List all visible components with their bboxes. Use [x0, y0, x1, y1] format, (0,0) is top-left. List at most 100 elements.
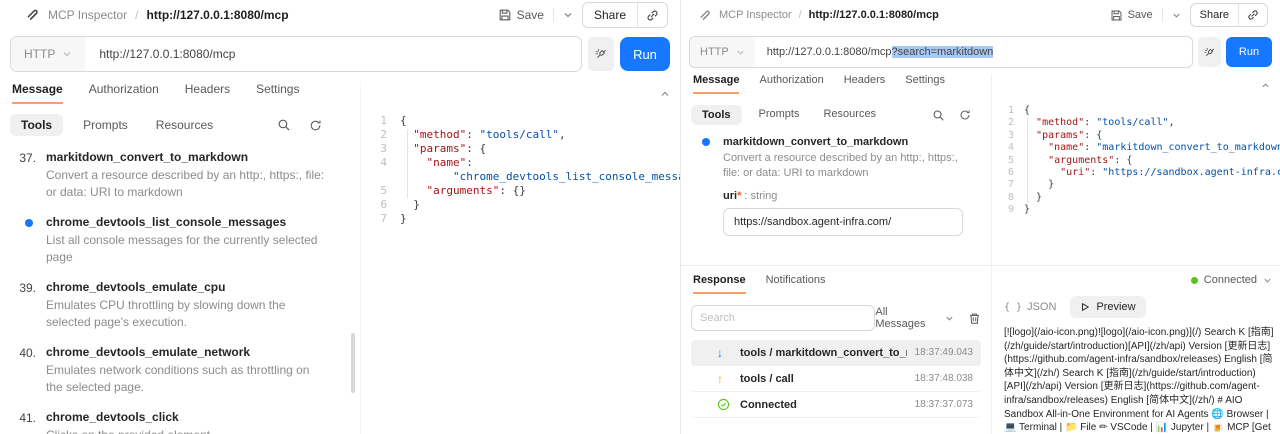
code-line: 7 }	[1000, 179, 1280, 191]
tool-list-item[interactable]: chrome_devtools_list_console_messages Li…	[0, 215, 360, 266]
subtab[interactable]: Tools	[691, 105, 742, 125]
tab[interactable]: Settings	[905, 74, 945, 92]
tab[interactable]: Message	[693, 74, 739, 94]
breadcrumb-app-name[interactable]: MCP Inspector	[719, 9, 792, 21]
request-toolbar: HTTP http://127.0.0.1:8080/mcp Run	[10, 36, 670, 72]
copy-link-icon[interactable]	[1239, 9, 1267, 21]
json-view-button[interactable]: { } JSON	[1004, 301, 1056, 313]
response-controls: All Messages	[691, 305, 981, 331]
message-time: 18:37:48.038	[915, 373, 973, 384]
message-list: ↓ ↑ tools / markitdown_convert_to_mar...…	[691, 340, 981, 418]
breadcrumb-server-url: http://127.0.0.1:8080/mcp	[809, 9, 939, 21]
tab[interactable]: Authorization	[759, 74, 823, 92]
line-number: 5	[369, 184, 387, 198]
request-panel: Message Authorization Headers Settings Tool…	[681, 74, 991, 434]
json-request-editor[interactable]: 1 { 2 "method": "tools/call", 3 "params"…	[361, 114, 680, 226]
message-row[interactable]: ↓ ↑ tools / markitdown_convert_to_mar...…	[691, 340, 981, 366]
subtab[interactable]: Tools	[10, 114, 63, 136]
share-button-group: Share	[582, 2, 668, 28]
save-button[interactable]: Save	[1110, 9, 1153, 22]
tool-list-item[interactable]: 37. markitdown_convert_to_markdown Conve…	[0, 150, 360, 201]
url-plain-text: http://127.0.0.1:8080/mcp	[767, 46, 892, 58]
tool-description: Clicks on the provided element	[46, 427, 326, 434]
tab[interactable]: Headers	[844, 74, 886, 92]
disconnect-button[interactable]	[1198, 37, 1221, 67]
divider	[1162, 8, 1163, 22]
refresh-icon[interactable]	[959, 109, 971, 121]
url-input[interactable]: http://127.0.0.1:8080/mcp?search=markitd…	[755, 46, 994, 58]
preview-view-button[interactable]: Preview	[1070, 296, 1145, 318]
subtab[interactable]: Prompts	[752, 105, 807, 125]
uri-parameter-input[interactable]: https://sandbox.agent-infra.com/	[723, 208, 963, 236]
search-icon[interactable]	[277, 118, 291, 132]
arrow-up-icon: ↑	[717, 372, 732, 386]
subtab[interactable]: Resources	[148, 114, 221, 136]
share-button[interactable]: Share	[1191, 9, 1238, 21]
chevron-down-icon[interactable]	[1263, 276, 1272, 285]
protocol-select[interactable]: HTTP	[690, 37, 755, 67]
run-button[interactable]: Run	[1226, 37, 1272, 67]
window-header: MCP Inspector / http://127.0.0.1:8080/mc…	[681, 0, 1280, 30]
mcp-inspector-window-right: MCP Inspector / http://127.0.0.1:8080/mc…	[681, 0, 1280, 434]
code-text: {	[1024, 105, 1030, 117]
clear-messages-button[interactable]	[968, 312, 981, 325]
share-button[interactable]: Share	[583, 8, 637, 22]
tab[interactable]: Settings	[256, 82, 299, 102]
tool-number: 39.	[19, 281, 36, 295]
share-button-group: Share	[1190, 3, 1268, 27]
message-row[interactable]: ↓ ↑ tools / call 18:37:48.038	[691, 366, 981, 392]
subtab[interactable]: Resources	[816, 105, 883, 125]
tool-list: 37. markitdown_convert_to_markdown Conve…	[0, 150, 360, 434]
disconnect-button[interactable]	[588, 37, 614, 71]
line-number: 2	[1000, 117, 1014, 129]
main-area: Message Authorization Headers Settings Tool…	[0, 82, 680, 434]
refresh-icon[interactable]	[309, 119, 322, 132]
search-icon[interactable]	[932, 109, 945, 122]
collapse-editor-chevron-icon[interactable]	[1261, 81, 1270, 90]
url-input[interactable]: http://127.0.0.1:8080/mcp	[85, 47, 235, 61]
tool-list-item[interactable]: 40. chrome_devtools_emulate_network Emul…	[0, 345, 360, 396]
subtab[interactable]: Prompts	[75, 114, 136, 136]
request-panel: Message Authorization Headers Settings Tool…	[0, 82, 360, 434]
tool-list-item[interactable]: 41. chrome_devtools_click Clicks on the …	[0, 410, 360, 434]
tab[interactable]: Notifications	[766, 274, 826, 292]
message-search-input[interactable]	[691, 305, 875, 331]
breadcrumb-app-name[interactable]: MCP Inspector	[48, 8, 127, 22]
tool-description: Convert a resource described by an http:…	[46, 167, 326, 201]
collapse-editor-chevron-icon[interactable]	[660, 89, 670, 99]
tab[interactable]: Authorization	[89, 82, 159, 102]
message-label: tools / markitdown_convert_to_mar...	[740, 347, 907, 359]
protocol-select[interactable]: HTTP	[11, 37, 85, 71]
braces-icon: { }	[1004, 302, 1022, 313]
tool-number: 37.	[19, 151, 36, 165]
copy-link-icon[interactable]	[638, 9, 667, 22]
breadcrumb-server-url: http://127.0.0.1:8080/mcp	[147, 8, 289, 22]
line-number	[369, 170, 387, 184]
tool-list-item[interactable]: 39. chrome_devtools_emulate_cpu Emulates…	[0, 280, 360, 331]
parameter-label: uri* : string	[723, 190, 977, 202]
message-filter-dropdown[interactable]: All Messages	[875, 306, 954, 330]
save-button[interactable]: Save	[498, 8, 544, 22]
tab[interactable]: Headers	[185, 82, 230, 102]
tab[interactable]: Response	[693, 274, 746, 294]
message-time: 18:37:37.073	[915, 399, 973, 410]
tool-list-scrollbar[interactable]	[351, 333, 355, 393]
tab[interactable]: Message	[12, 82, 63, 104]
trash-icon	[968, 312, 981, 325]
json-request-editor[interactable]: 1 { 2 "method": "tools/call", 3 "params"…	[992, 105, 1280, 217]
url-input-group: HTTP http://127.0.0.1:8080/mcp	[10, 36, 582, 72]
save-dropdown-chevron-icon[interactable]	[563, 10, 573, 20]
save-dropdown-chevron-icon[interactable]	[1172, 11, 1181, 20]
code-line: 2 "method": "tools/call",	[1000, 117, 1280, 129]
message-row[interactable]: ↓ ↑ Connected 18:37:37.073	[691, 392, 981, 418]
response-section: Response Notifications All Messages ↓ ↑ t…	[681, 265, 991, 434]
run-button[interactable]: Run	[620, 37, 670, 71]
code-line: 1 {	[1000, 105, 1280, 117]
code-text: "params": {	[400, 142, 486, 156]
capability-subtabs: Tools Prompts Resources	[681, 102, 991, 128]
breadcrumb-separator: /	[135, 8, 138, 22]
preview-view-label: Preview	[1096, 301, 1135, 313]
line-number: 5	[1000, 155, 1014, 167]
window-header: MCP Inspector / http://127.0.0.1:8080/mc…	[0, 0, 680, 30]
tool-number: 41.	[19, 411, 36, 425]
